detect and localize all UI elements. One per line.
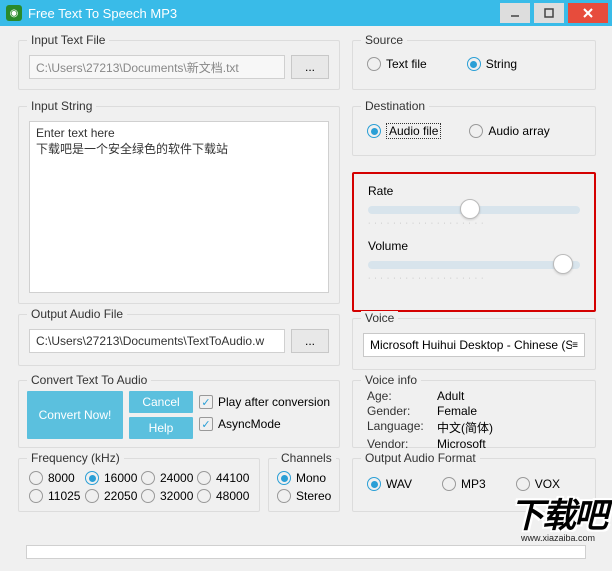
legend-voice-info: Voice info xyxy=(361,373,421,387)
destination-radio-audio-array[interactable]: Audio array xyxy=(469,123,549,139)
group-channels: Channels MonoStereo xyxy=(268,458,340,512)
convert-now-button[interactable]: Convert Now! xyxy=(27,391,123,439)
frequency-radio-11025[interactable]: 11025 xyxy=(29,489,83,503)
legend-input-file: Input Text File xyxy=(27,33,109,47)
watermark-url: www.xiazaiba.com xyxy=(510,533,606,543)
group-input-string: Input String Enter text here 下载吧是一个安全绿色的… xyxy=(18,106,340,304)
async-mode-checkbox[interactable]: ✓AsyncMode xyxy=(199,417,330,431)
group-output-format: Output Audio Format WAVMP3VOX xyxy=(352,458,596,512)
legend-source: Source xyxy=(361,33,407,47)
legend-channels: Channels xyxy=(277,451,336,465)
legend-voice: Voice xyxy=(361,311,398,325)
window-title: Free Text To Speech MP3 xyxy=(28,6,500,21)
rate-label: Rate xyxy=(368,184,580,198)
channels-radio-stereo[interactable]: Stereo xyxy=(277,489,333,503)
help-button[interactable]: Help xyxy=(129,417,193,439)
group-rate-volume: Rate · · · · · · · · · · · · · · · · · ·… xyxy=(352,172,596,312)
frequency-radio-24000[interactable]: 24000 xyxy=(141,471,195,485)
output-format-radio-wav[interactable]: WAV xyxy=(367,477,412,491)
group-voice-info: Voice info Age:Adult Gender:Female Langu… xyxy=(352,380,596,448)
voice-selected: Microsoft Huihui Desktop - Chinese (Sir xyxy=(370,338,572,352)
frequency-radio-16000[interactable]: 16000 xyxy=(85,471,139,485)
volume-ticks: · · · · · · · · · · · · · · · · · · · xyxy=(368,275,580,282)
volume-slider[interactable] xyxy=(368,261,580,269)
frequency-radio-48000[interactable]: 48000 xyxy=(197,489,251,503)
input-file-browse-button[interactable]: ... xyxy=(291,55,329,79)
output-file-path[interactable]: C:\Users\27213\Documents\TextToAudio.w xyxy=(29,329,285,353)
progress-bar xyxy=(26,545,586,559)
input-file-path: C:\Users\27213\Documents\新文档.txt xyxy=(29,55,285,79)
voiceinfo-language-value: 中文(简体) xyxy=(437,419,585,436)
cancel-button[interactable]: Cancel xyxy=(129,391,193,413)
async-mode-label: AsyncMode xyxy=(218,417,281,431)
rate-slider[interactable] xyxy=(368,206,580,214)
frequency-radio-22050[interactable]: 22050 xyxy=(85,489,139,503)
destination-radio-audio-file[interactable]: Audio file xyxy=(367,123,441,139)
group-output-audio-file: Output Audio File C:\Users\27213\Documen… xyxy=(18,314,340,366)
app-icon: ◉ xyxy=(6,5,22,21)
output-format-radio-mp3[interactable]: MP3 xyxy=(442,477,486,491)
play-after-checkbox[interactable]: ✓Play after conversion xyxy=(199,395,330,409)
group-input-text-file: Input Text File C:\Users\27213\Documents… xyxy=(18,40,340,90)
titlebar: ◉ Free Text To Speech MP3 xyxy=(0,0,612,26)
voiceinfo-language-label: Language: xyxy=(367,419,437,436)
frequency-radio-32000[interactable]: 32000 xyxy=(141,489,195,503)
output-file-browse-button[interactable]: ... xyxy=(291,329,329,353)
source-radio-string[interactable]: String xyxy=(467,57,517,71)
maximize-button[interactable] xyxy=(534,3,564,23)
output-format-radio-vox[interactable]: VOX xyxy=(516,477,560,491)
frequency-radio-8000[interactable]: 8000 xyxy=(29,471,83,485)
group-frequency: Frequency (kHz) 800016000240004410011025… xyxy=(18,458,260,512)
source-radio-text-file[interactable]: Text file xyxy=(367,57,427,71)
voiceinfo-age-value: Adult xyxy=(437,389,585,403)
voice-dropdown[interactable]: Microsoft Huihui Desktop - Chinese (Sir … xyxy=(363,333,585,357)
volume-label: Volume xyxy=(368,239,580,253)
legend-destination: Destination xyxy=(361,99,429,113)
voiceinfo-vendor-label: Vendor: xyxy=(367,437,437,451)
group-voice: Voice Microsoft Huihui Desktop - Chinese… xyxy=(352,318,596,370)
group-source: Source Text fileString xyxy=(352,40,596,90)
voiceinfo-vendor-value: Microsoft xyxy=(437,437,585,451)
group-convert: Convert Text To Audio Convert Now! Cance… xyxy=(18,380,340,448)
legend-output-file: Output Audio File xyxy=(27,307,127,321)
close-button[interactable] xyxy=(568,3,608,23)
rate-ticks: · · · · · · · · · · · · · · · · · · · xyxy=(368,220,580,227)
channels-radio-mono[interactable]: Mono xyxy=(277,471,333,485)
legend-frequency: Frequency (kHz) xyxy=(27,451,124,465)
input-string-textarea[interactable]: Enter text here 下载吧是一个安全绿色的软件下载站 xyxy=(29,121,329,293)
group-destination: Destination Audio fileAudio array xyxy=(352,106,596,156)
minimize-button[interactable] xyxy=(500,3,530,23)
legend-input-string: Input String xyxy=(27,99,96,113)
voiceinfo-age-label: Age: xyxy=(367,389,437,403)
frequency-radio-44100[interactable]: 44100 xyxy=(197,471,251,485)
play-after-label: Play after conversion xyxy=(218,395,330,409)
dropdown-icon: ≡ xyxy=(572,340,578,351)
legend-output-format: Output Audio Format xyxy=(361,451,480,465)
voiceinfo-gender-label: Gender: xyxy=(367,404,437,418)
legend-convert: Convert Text To Audio xyxy=(27,373,151,387)
voiceinfo-gender-value: Female xyxy=(437,404,585,418)
